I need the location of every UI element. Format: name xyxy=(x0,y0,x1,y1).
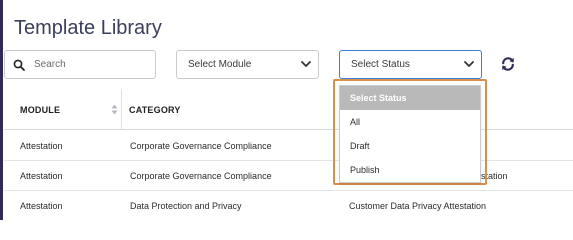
search-input[interactable] xyxy=(34,59,154,70)
status-select[interactable]: Select Status xyxy=(339,50,482,79)
status-option-select-status[interactable]: Select Status xyxy=(340,86,480,110)
chevron-down-icon xyxy=(464,61,474,67)
sort-icon[interactable] xyxy=(111,104,118,115)
refresh-icon[interactable] xyxy=(500,56,516,72)
column-divider xyxy=(121,90,122,130)
cell-module: Attestation xyxy=(20,171,63,181)
status-option-draft[interactable]: Draft xyxy=(340,134,480,158)
status-dropdown-list: Select Status All Draft Publish xyxy=(339,85,481,183)
module-select-value: Select Module xyxy=(188,59,252,70)
column-header-module[interactable]: MODULE xyxy=(20,105,60,115)
search-icon xyxy=(13,59,25,71)
table-row[interactable]: Attestation Data Protection and Privacy … xyxy=(4,191,573,221)
column-header-category[interactable]: CATEGORY xyxy=(129,105,181,115)
left-accent-bar xyxy=(0,0,3,220)
cell-category: Corporate Governance Compliance xyxy=(130,171,272,181)
cell-category: Data Protection and Privacy xyxy=(130,201,242,211)
table-row[interactable]: Attestation Corporate Governance Complia… xyxy=(4,161,573,191)
table-header: MODULE CATEGORY xyxy=(4,90,573,130)
cell-module: Attestation xyxy=(20,141,63,151)
module-select[interactable]: Select Module xyxy=(176,50,319,79)
table-row[interactable]: Attestation Corporate Governance Complia… xyxy=(4,131,573,161)
status-option-all[interactable]: All xyxy=(340,110,480,134)
status-option-publish[interactable]: Publish xyxy=(340,158,480,182)
status-select-value: Select Status xyxy=(351,59,410,70)
search-box[interactable] xyxy=(4,50,156,79)
cell-name: Customer Data Privacy Attestation xyxy=(349,201,487,211)
chevron-down-icon xyxy=(301,61,311,67)
cell-category: Corporate Governance Compliance xyxy=(130,141,272,151)
cell-module: Attestation xyxy=(20,201,63,211)
page-title: Template Library xyxy=(14,17,162,39)
